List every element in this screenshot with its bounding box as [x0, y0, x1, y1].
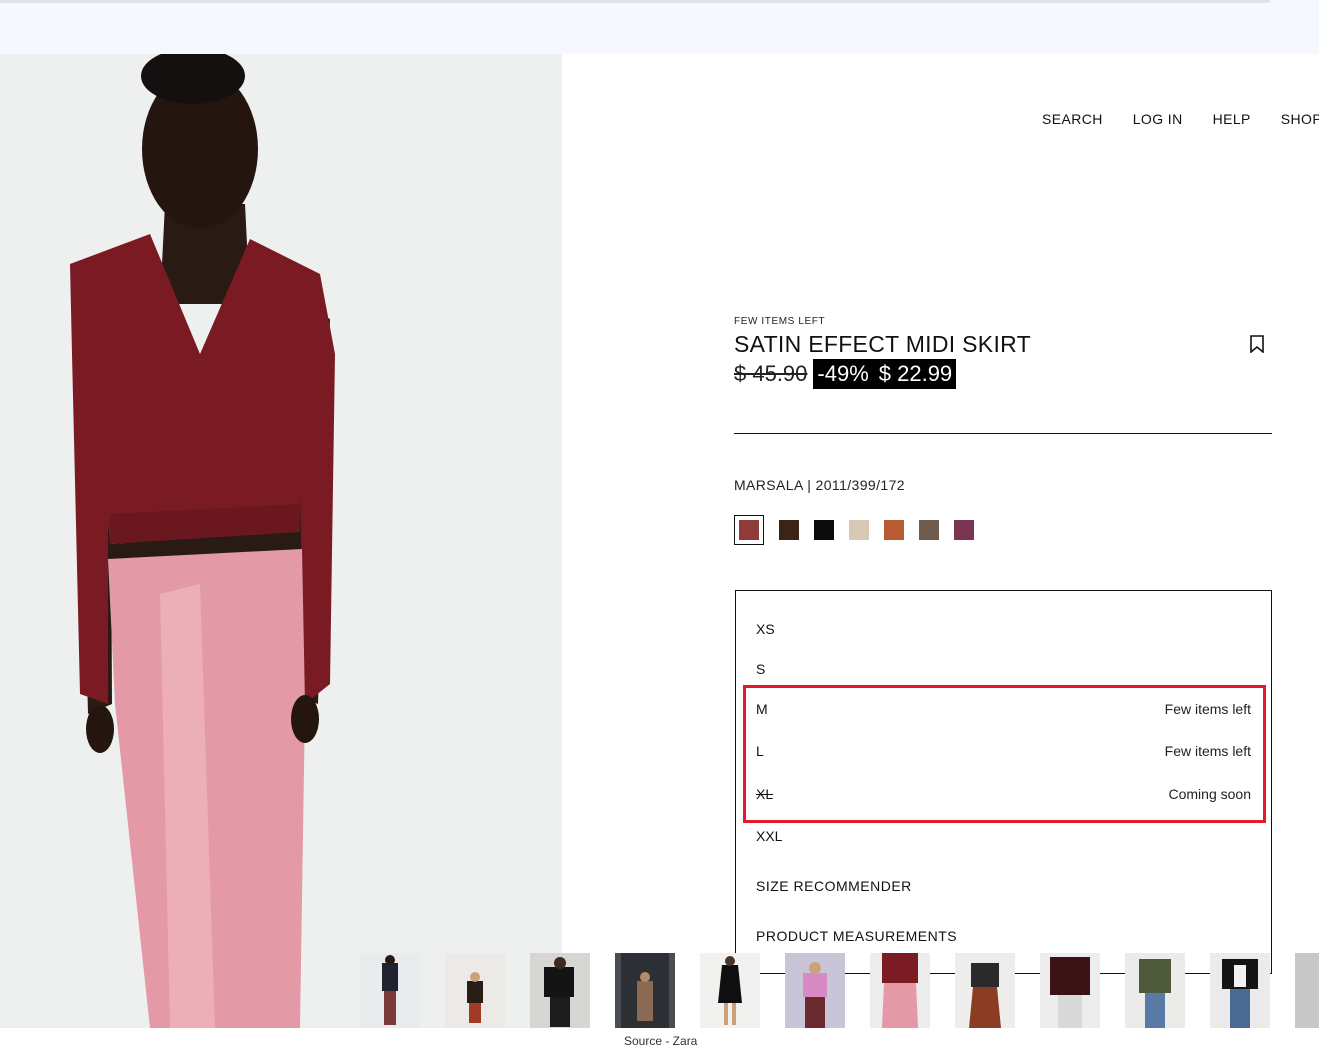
- product-main-image: [0, 54, 562, 1028]
- nav-help-link[interactable]: HELP: [1213, 111, 1251, 127]
- thumbnail-illustration: [1139, 959, 1171, 1028]
- size-option-xl[interactable]: XL Coming soon: [756, 784, 1251, 804]
- sale-price-box: -49% $ 22.99: [813, 359, 957, 389]
- thumbnail-3[interactable]: [530, 953, 590, 1028]
- color-swatches: [734, 515, 989, 545]
- swatch-dark-brown[interactable]: [779, 520, 799, 540]
- size-option-m[interactable]: M Few items left: [756, 699, 1251, 719]
- thumbnail-1[interactable]: [360, 953, 420, 1028]
- sale-price: $ 22.99: [878, 361, 953, 386]
- thumbnail-11[interactable]: [1210, 953, 1270, 1028]
- thumbnail-illustration: [621, 953, 669, 1028]
- thumbnail-5[interactable]: [700, 953, 760, 1028]
- swatch-sand[interactable]: [849, 520, 869, 540]
- thumbnail-illustration: [803, 962, 827, 1028]
- swatch-rust[interactable]: [884, 520, 904, 540]
- size-option-xxl[interactable]: XXL: [756, 826, 1251, 846]
- section-divider: [734, 433, 1272, 434]
- image-source-caption: Source - Zara: [624, 1034, 698, 1048]
- thumbnail-illustration: [382, 955, 398, 1025]
- thumbnail-illustration: [718, 956, 742, 1025]
- stock-badge: FEW ITEMS LEFT: [734, 316, 826, 327]
- size-option-s[interactable]: S: [756, 659, 1251, 679]
- thumbnail-illustration: [1295, 953, 1319, 1028]
- swatch-plum[interactable]: [954, 520, 974, 540]
- thumbnail-8[interactable]: [955, 953, 1015, 1028]
- address-bar-edge: [0, 0, 1270, 3]
- swatch-marsala[interactable]: [734, 515, 764, 545]
- original-price: $ 45.90: [734, 361, 808, 386]
- nav-login-link[interactable]: LOG IN: [1133, 111, 1183, 127]
- product-title: SATIN EFFECT MIDI SKIRT: [734, 331, 1031, 357]
- size-label: XS: [756, 621, 775, 637]
- size-label: L: [756, 743, 764, 759]
- thumbnail-strip: [360, 953, 1319, 1028]
- thumbnail-illustration: [467, 972, 483, 1023]
- thumbnail-illustration: [1222, 959, 1258, 1028]
- discount-percent: -49%: [817, 361, 869, 386]
- thumbnail-illustration: [1050, 957, 1090, 1028]
- thumbnail-illustration: [969, 963, 1001, 1028]
- thumbnail-4[interactable]: [615, 953, 675, 1028]
- browser-toolbar: [0, 0, 1319, 54]
- color-reference: MARSALA | 2011/399/172: [734, 477, 905, 493]
- model-photo-illustration: [0, 54, 562, 1028]
- thumbnail-2[interactable]: [445, 953, 505, 1028]
- size-option-l[interactable]: L Few items left: [756, 741, 1251, 761]
- size-label: S: [756, 661, 766, 677]
- size-label: M: [756, 701, 768, 717]
- thumbnail-12[interactable]: [1295, 953, 1319, 1028]
- size-status: Few items left: [1164, 701, 1251, 717]
- size-status: Coming soon: [1168, 786, 1252, 802]
- product-measurements-link[interactable]: PRODUCT MEASUREMENTS: [756, 928, 957, 944]
- size-recommender-link[interactable]: SIZE RECOMMENDER: [756, 878, 912, 894]
- swatch-black[interactable]: [814, 520, 834, 540]
- bookmark-icon[interactable]: [1249, 335, 1265, 353]
- size-selector-panel: XS S M Few items left L Few items left X…: [735, 590, 1272, 974]
- thumbnail-illustration: [882, 953, 918, 1028]
- thumbnail-9[interactable]: [1040, 953, 1100, 1028]
- thumbnail-7[interactable]: [870, 953, 930, 1028]
- thumbnail-illustration: [544, 957, 574, 1027]
- top-navigation: SEARCH LOG IN HELP SHOP: [1042, 111, 1319, 127]
- size-option-xs[interactable]: XS: [756, 619, 1251, 639]
- thumbnail-10[interactable]: [1125, 953, 1185, 1028]
- nav-search-link[interactable]: SEARCH: [1042, 111, 1103, 127]
- size-status: Few items left: [1164, 743, 1251, 759]
- thumbnail-6[interactable]: [785, 953, 845, 1028]
- price-row: $ 45.90 -49% $ 22.99: [734, 359, 957, 389]
- size-label: XXL: [756, 828, 783, 844]
- nav-shop-link[interactable]: SHOP: [1281, 111, 1319, 127]
- swatch-taupe[interactable]: [919, 520, 939, 540]
- size-label: XL: [756, 786, 774, 802]
